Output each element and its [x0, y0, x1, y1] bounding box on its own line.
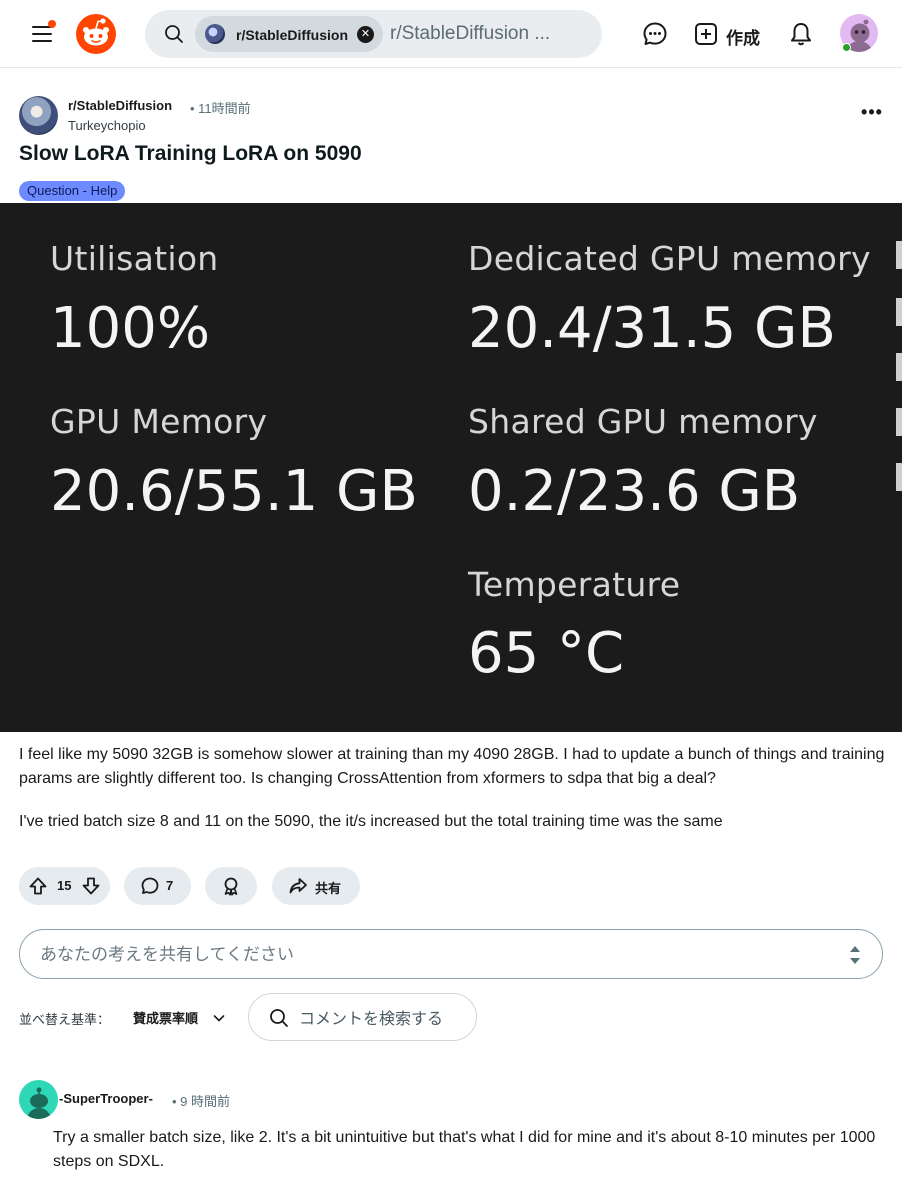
post-body-paragraph: I feel like my 5090 32GB is somehow slow… [19, 746, 885, 787]
notification-bell-icon[interactable] [787, 20, 815, 48]
cropped-edge-mark [896, 241, 902, 269]
comment-search-input[interactable] [299, 1008, 469, 1028]
comment-composer[interactable] [19, 929, 883, 979]
subreddit-avatar [205, 24, 225, 44]
chevron-down-icon[interactable] [212, 1011, 226, 1025]
chip-label: r/StableDiffusion [236, 27, 349, 43]
snoo-avatar-icon [27, 1087, 51, 1119]
stat-label-temperature: Temperature [468, 565, 681, 604]
cropped-edge-mark [896, 463, 902, 491]
stat-label-shared-gpu-memory: Shared GPU memory [468, 402, 818, 441]
comments-button[interactable]: 7 [124, 867, 191, 905]
stat-value-gpu-memory: 20.6/55.1 GB [50, 459, 418, 524]
share-label: 共有 [315, 881, 342, 896]
upvote-icon[interactable] [28, 876, 48, 896]
stat-value-shared-gpu-memory: 0.2/23.6 GB [468, 459, 801, 524]
notification-dot [48, 20, 56, 28]
search-icon [165, 25, 183, 43]
share-icon [289, 878, 307, 894]
comment-count: 7 [166, 878, 174, 893]
award-icon [224, 877, 238, 896]
chat-icon[interactable] [641, 20, 669, 48]
create-button-label[interactable]: 作成 [726, 24, 760, 49]
cropped-edge-mark [896, 298, 902, 326]
vote-bar: 15 [19, 867, 110, 905]
comment-search-bar[interactable] [248, 993, 477, 1041]
search-bar[interactable]: r/StableDiffusion ✕ [145, 10, 602, 58]
post-flair[interactable]: Question - Help [19, 181, 126, 201]
comment-icon [141, 877, 159, 894]
stat-value-utilisation: 100% [50, 296, 211, 361]
post-author-link[interactable]: Turkeychopio [68, 118, 146, 133]
comment-input[interactable] [40, 944, 820, 966]
subreddit-avatar[interactable] [19, 96, 58, 135]
search-icon [270, 1009, 288, 1027]
resize-stepper-icon[interactable] [848, 943, 862, 967]
stat-value-temperature: 65 °C [468, 621, 625, 686]
comment-body: Try a smaller batch size, like 2. It's a… [53, 1129, 876, 1170]
create-post-icon[interactable] [692, 20, 720, 48]
post-body-paragraph: I've tried batch size 8 and 11 on the 50… [19, 813, 723, 830]
subreddit-link[interactable]: r/StableDiffusion [68, 98, 172, 113]
post-image[interactable]: Utilisation 100% Dedicated GPU memory 20… [0, 203, 902, 732]
search-input[interactable] [390, 22, 560, 46]
top-nav-bar: r/StableDiffusion ✕ 作成 [0, 0, 902, 68]
close-icon[interactable]: ✕ [357, 26, 374, 43]
stat-label-dedicated-gpu-memory: Dedicated GPU memory [468, 239, 871, 278]
stat-label-gpu-memory: GPU Memory [50, 402, 268, 441]
downvote-icon[interactable] [81, 876, 101, 896]
stat-value-dedicated-gpu-memory: 20.4/31.5 GB [468, 296, 836, 361]
sort-label: 並べ替え基準： [19, 1012, 111, 1027]
cropped-edge-mark [896, 408, 902, 436]
reddit-logo-icon[interactable] [76, 14, 116, 54]
post-timestamp: • 11時間前 [190, 101, 251, 116]
comment-timestamp: • 9 時間前 [172, 1094, 231, 1109]
more-options-icon[interactable]: ••• [860, 103, 884, 128]
comment-avatar[interactable] [19, 1080, 58, 1119]
award-button[interactable] [205, 867, 257, 905]
menu-icon[interactable] [30, 20, 56, 46]
post-title: Slow LoRA Training LoRA on 5090 [19, 142, 362, 165]
online-status-dot [842, 43, 851, 52]
comment-author-link[interactable]: -SuperTrooper- [59, 1091, 153, 1106]
stat-label-utilisation: Utilisation [50, 239, 219, 278]
vote-count: 15 [57, 878, 72, 893]
cropped-edge-mark [896, 353, 902, 381]
sort-dropdown[interactable]: 賛成票率順 [133, 1008, 198, 1028]
share-button[interactable]: 共有 [272, 867, 360, 905]
